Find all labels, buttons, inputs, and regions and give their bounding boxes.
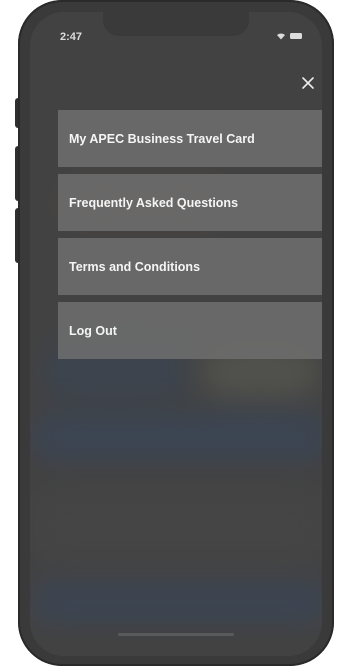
status-icons	[276, 32, 302, 40]
app-canvas: 2:47 My APEC Business Travel Card Freque…	[0, 0, 337, 666]
menu-item-label: Terms and Conditions	[69, 259, 201, 274]
wifi-icon	[277, 33, 285, 40]
close-icon	[302, 77, 314, 89]
status-time: 2:47	[60, 31, 83, 43]
close-button[interactable]	[299, 74, 317, 92]
menu-item-label: Log Out	[69, 323, 117, 338]
menu-item-faq[interactable]: Frequently Asked Questions	[58, 174, 322, 231]
battery-icon	[290, 33, 302, 39]
menu-item-logout[interactable]: Log Out	[58, 302, 322, 359]
phone-screen: 2:47 My APEC Business Travel Card Freque…	[30, 12, 322, 656]
menu-item-travel-card[interactable]: My APEC Business Travel Card	[58, 110, 322, 167]
menu-list: My APEC Business Travel Card Frequently …	[58, 110, 322, 366]
menu-item-label: Frequently Asked Questions	[69, 195, 239, 210]
home-indicator[interactable]	[118, 633, 234, 636]
phone-frame: 2:47 My APEC Business Travel Card Freque…	[18, 0, 334, 666]
menu-item-terms[interactable]: Terms and Conditions	[58, 238, 322, 295]
notch	[103, 12, 249, 36]
menu-item-label: My APEC Business Travel Card	[69, 131, 255, 146]
